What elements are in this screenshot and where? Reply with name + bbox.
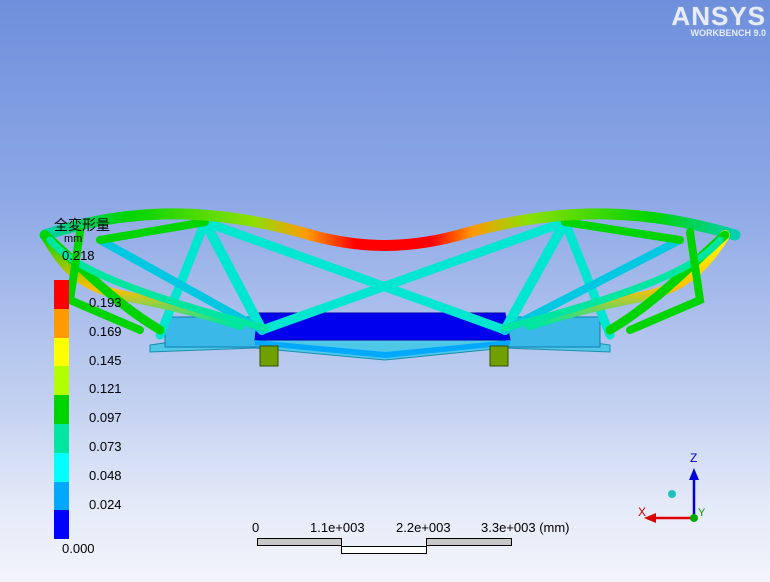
- legend-swatch: [54, 366, 69, 396]
- legend-title: 全変形量: [54, 217, 110, 233]
- legend-swatch: [54, 308, 69, 338]
- z-arrow-icon: [689, 468, 699, 480]
- legend-level: 0.121: [89, 381, 122, 397]
- legend-level: 0.024: [89, 496, 122, 512]
- ansys-logo: ANSYS WORKBENCH 9.0: [671, 2, 766, 38]
- legend-swatch: [54, 452, 69, 482]
- scale-bar: 0 1.1e+003 2.2e+003 3.3e+003 (mm): [252, 520, 582, 560]
- legend-swatch: [54, 423, 69, 453]
- scale-segment: [426, 538, 512, 546]
- scale-segment: [257, 538, 342, 546]
- y-label: Y: [698, 507, 706, 519]
- legend-swatch: [54, 280, 69, 309]
- legend-level: 0.097: [89, 410, 122, 426]
- legend-min-value: 0.000: [62, 541, 95, 556]
- legend-level: 0.048: [89, 467, 122, 483]
- scale-tick: 2.2e+003: [396, 520, 451, 535]
- z-label: Z: [690, 451, 697, 465]
- legend-swatch: [54, 510, 69, 540]
- scale-segment: [341, 546, 427, 554]
- scale-tick: 1.1e+003: [310, 520, 365, 535]
- x-label: X: [638, 505, 646, 519]
- legend-level: 0.145: [89, 352, 122, 368]
- legend-color-bar: [54, 280, 69, 540]
- legend-swatch: [54, 337, 69, 367]
- scale-tick: 0: [252, 520, 260, 535]
- iso-view-ball-icon[interactable]: [668, 490, 676, 498]
- legend-swatch: [54, 395, 69, 424]
- legend-max-value: 0.218: [62, 248, 95, 263]
- contour-legend[interactable]: 全変形量 mm 0.218 0.193 0.169 0.145 0.121 0.…: [54, 217, 122, 556]
- legend-level: 0.169: [89, 323, 122, 339]
- legend-labels: 0.193 0.169 0.145 0.121 0.097 0.073 0.04…: [89, 296, 122, 526]
- legend-unit: mm: [64, 233, 83, 245]
- y-axis-dot: [690, 514, 698, 522]
- legend-swatch: [54, 481, 69, 511]
- scale-tick: 3.3e+003 (mm): [481, 520, 570, 535]
- legend-level: 0.073: [89, 438, 122, 454]
- axis-triad[interactable]: Z X Y: [630, 448, 720, 538]
- logo-brand: ANSYS: [671, 1, 766, 31]
- legend-level: 0.193: [89, 295, 122, 310]
